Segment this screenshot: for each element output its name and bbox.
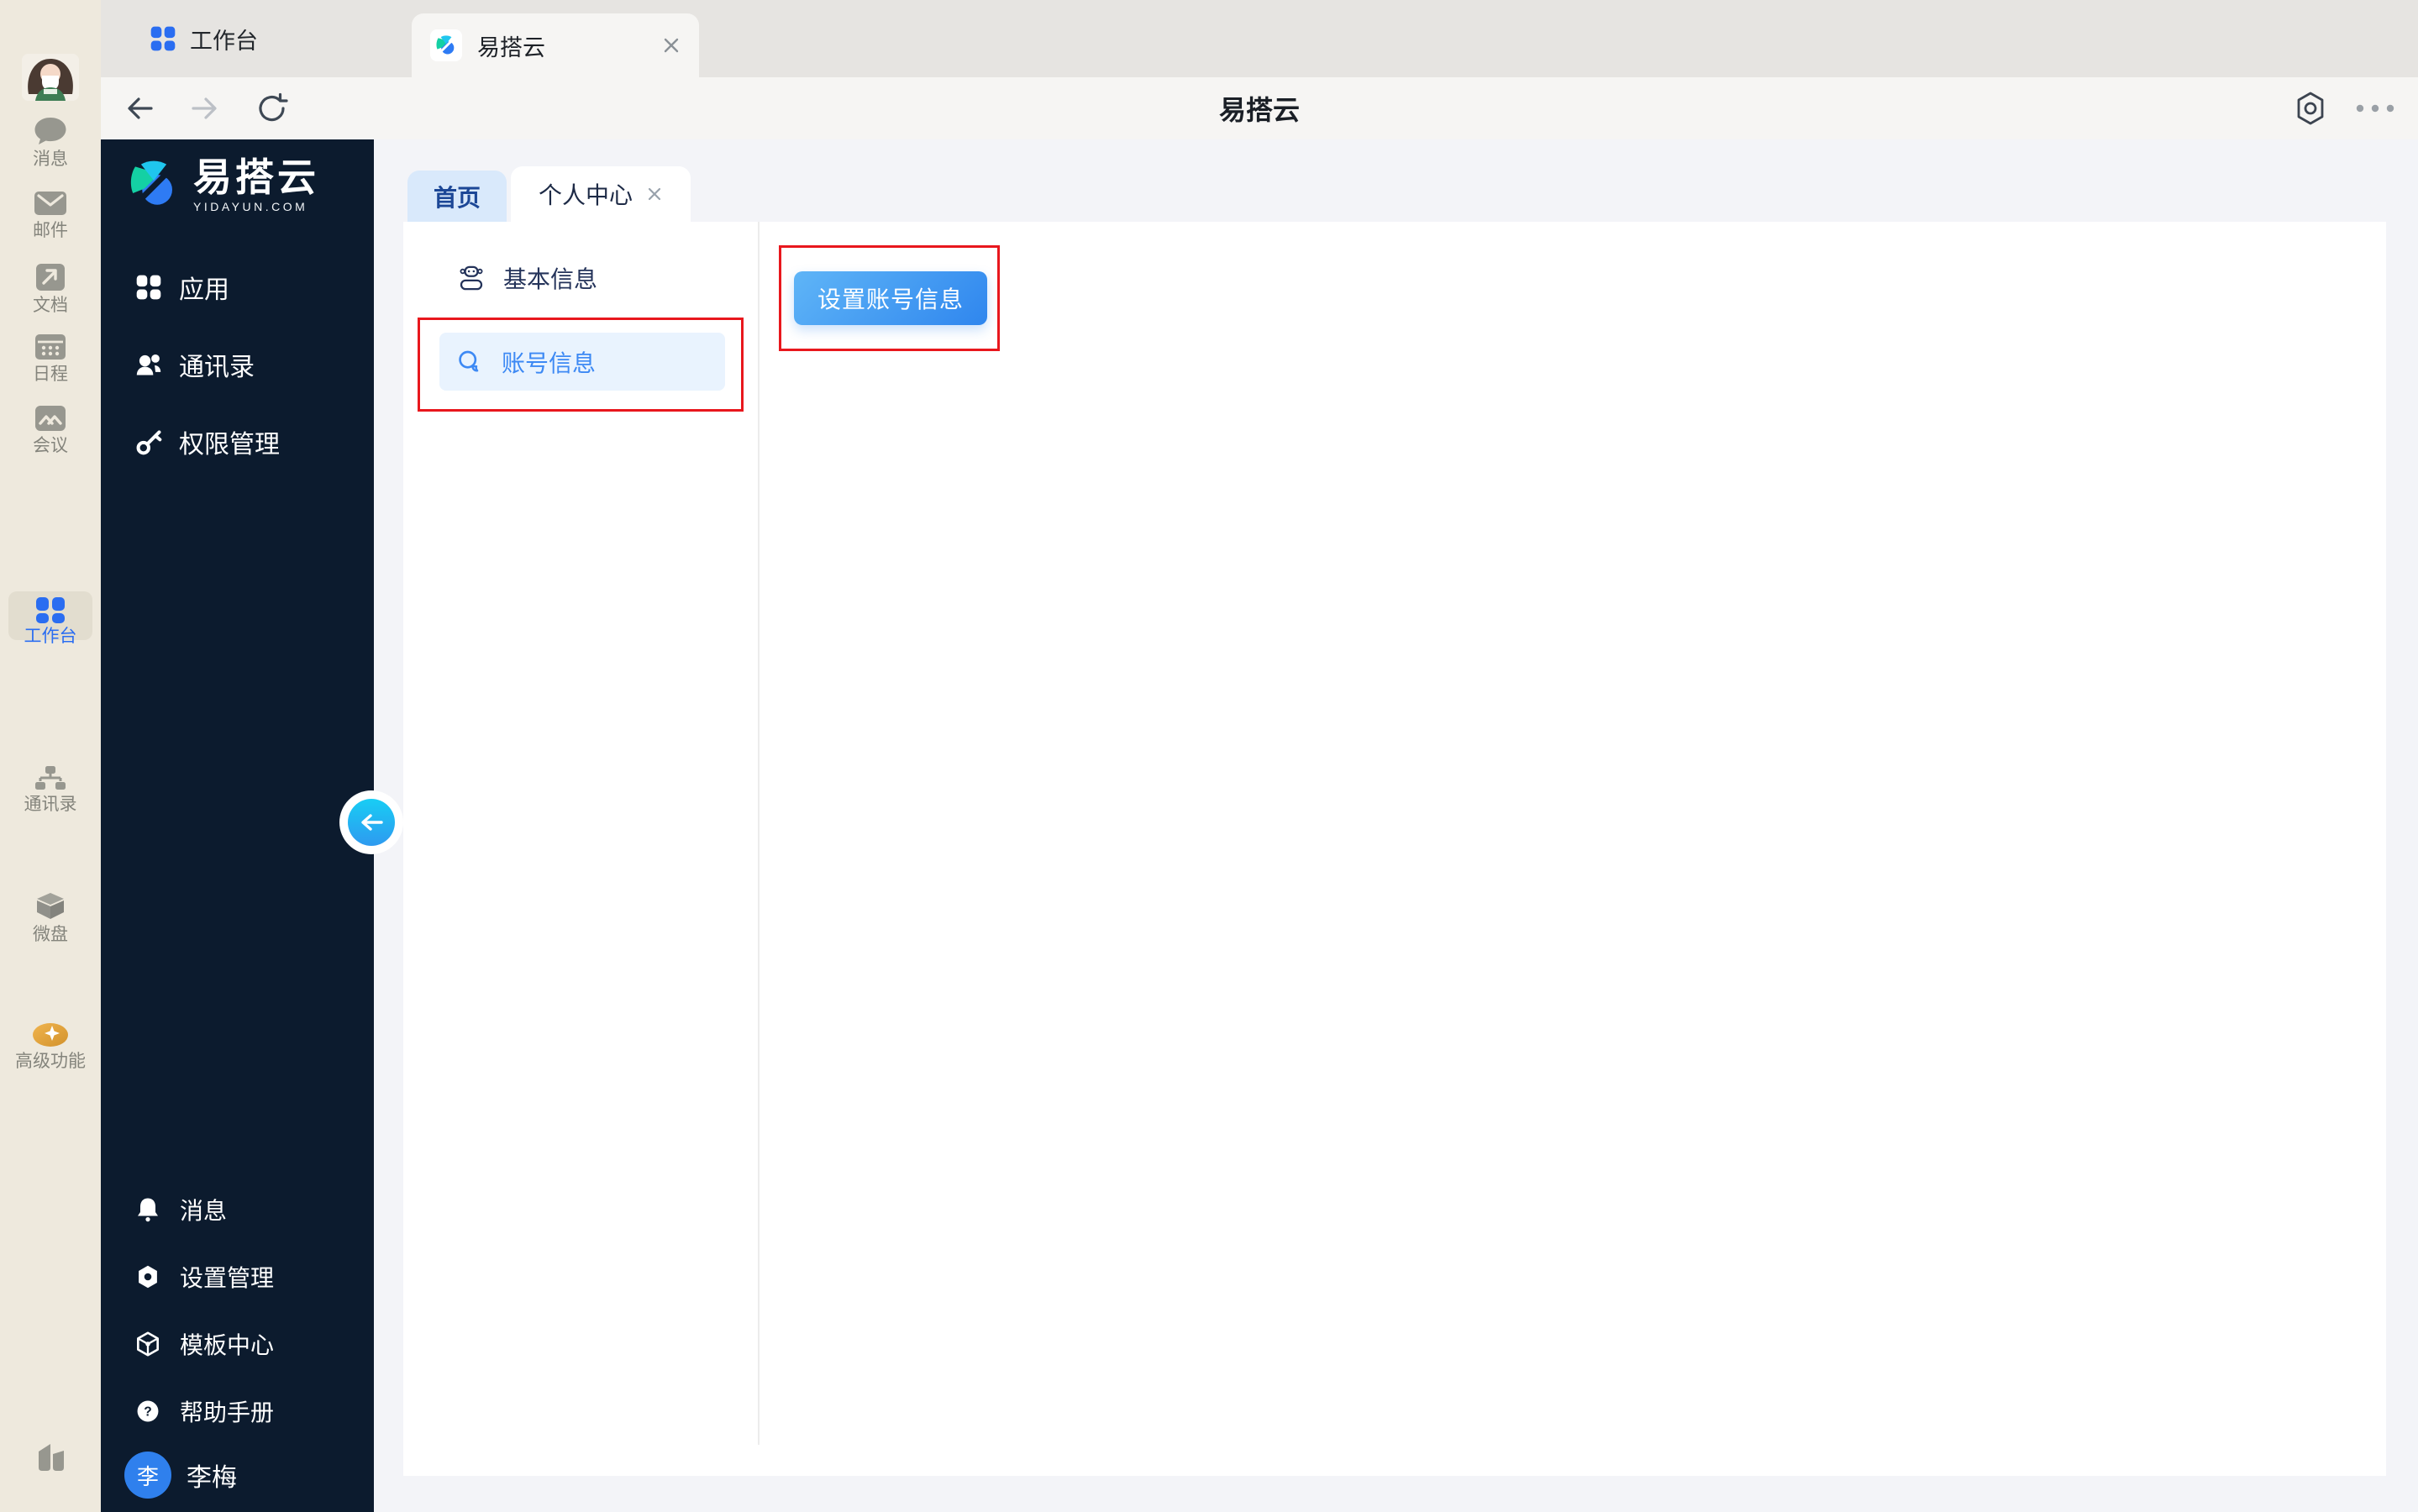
- app-logo-domain: YIDAYUN.COM: [193, 200, 308, 213]
- person-robot-icon: [460, 265, 483, 291]
- nav-item-label: 账号信息: [502, 349, 597, 376]
- settings-gear-icon[interactable]: [2294, 91, 2327, 126]
- content-tab-home[interactable]: 首页: [407, 171, 507, 222]
- window-tab-label: 易搭云: [477, 34, 545, 60]
- content-tab-label: 个人中心: [538, 182, 633, 208]
- back-button[interactable]: [124, 92, 156, 124]
- sidebar-item-label: 通讯录: [179, 354, 255, 381]
- personal-center-panel: 基本信息 账号信息 设置账号信息: [403, 222, 2386, 1476]
- content-area: 首页 个人中心 基本信息 账号信息 设置账号信息: [374, 139, 2418, 1512]
- os-item-label: 邮件: [33, 221, 68, 240]
- drive-box-icon: [37, 893, 64, 919]
- page-title: 易搭云: [1218, 95, 1301, 125]
- os-item-label: 文档: [33, 296, 68, 315]
- yidayun-logo-icon: [430, 29, 462, 61]
- app-sidebar: 易搭云 YIDAYUN.COM 应用 通讯录 权限管理 消息 设置管理 模板中心…: [101, 139, 374, 1512]
- app-logo: 易搭云 YIDAYUN.COM: [126, 156, 319, 213]
- os-item-contacts[interactable]: 通讯录: [0, 764, 101, 815]
- os-item-label: 微盘: [33, 925, 68, 944]
- contacts-org-icon: [35, 766, 66, 790]
- gear-icon: [139, 1265, 157, 1289]
- avatar-illustration: [22, 54, 79, 101]
- os-item-calendar[interactable]: 日程: [0, 333, 101, 385]
- sidebar-item-label: 消息: [180, 1198, 228, 1224]
- premium-icon: [33, 1023, 68, 1047]
- workbench-grid-icon: [150, 26, 176, 51]
- content-tab-label: 首页: [433, 184, 481, 211]
- nav-item-basic-info[interactable]: 基本信息: [458, 261, 597, 295]
- content-tab-personal-center[interactable]: 个人中心: [511, 166, 691, 222]
- svg-text:?: ?: [144, 1404, 152, 1419]
- sidebar-item-label: 设置管理: [180, 1265, 275, 1291]
- mail-icon: [34, 192, 66, 215]
- close-tab-icon[interactable]: [646, 186, 663, 202]
- os-item-mail[interactable]: 邮件: [0, 189, 101, 241]
- yidayun-logo-icon: [130, 160, 175, 207]
- cube-icon: [137, 1331, 159, 1357]
- collapse-sidebar-button[interactable]: [348, 799, 395, 846]
- os-item-messages[interactable]: 消息: [0, 116, 101, 170]
- os-item-meeting[interactable]: 会议: [0, 404, 101, 456]
- os-item-label: 工作台: [24, 627, 77, 646]
- screen: 消息 邮件 文档 日程 会议 工作台 通讯录 微盘 高级功能 工作台 易搭云 易…: [0, 0, 2418, 1512]
- window-tab-yidayun[interactable]: 易搭云: [412, 13, 699, 77]
- bell-icon: [138, 1198, 158, 1222]
- os-item-label: 日程: [33, 365, 68, 384]
- sidebar-item-label: 权限管理: [179, 431, 280, 459]
- sidebar-item-apps[interactable]: 应用: [101, 249, 374, 326]
- sidebar-item-permissions[interactable]: 权限管理: [101, 403, 374, 480]
- window-tab-label: 工作台: [190, 28, 258, 54]
- sidebar-item-contacts[interactable]: 通讯录: [101, 326, 374, 403]
- workbench-shape-icon: [39, 1444, 64, 1471]
- user-avatar: 李: [124, 1452, 171, 1499]
- window-tab-strip: 工作台 易搭云: [101, 0, 2418, 77]
- sidebar-item-help[interactable]: ? 帮助手册: [101, 1378, 374, 1445]
- user-name: 李梅: [187, 1464, 237, 1492]
- sidebar-item-notifications[interactable]: 消息: [101, 1176, 374, 1243]
- personal-center-nav: 基本信息 账号信息: [403, 222, 760, 1445]
- calendar-icon: [35, 334, 66, 360]
- arrow-left-icon: [361, 814, 383, 831]
- set-account-info-button[interactable]: 设置账号信息: [794, 271, 987, 325]
- account-search-icon: [459, 350, 479, 371]
- os-item-docs[interactable]: 文档: [0, 262, 101, 316]
- more-menu-icon[interactable]: [2354, 102, 2396, 114]
- people-icon: [136, 354, 161, 375]
- os-item-label: 通讯录: [24, 795, 77, 814]
- os-item-label: 高级功能: [15, 1052, 86, 1071]
- doc-icon: [36, 264, 65, 291]
- user-avatar-photo[interactable]: [22, 54, 79, 101]
- app-logo-title: 易搭云: [193, 155, 319, 199]
- refresh-button[interactable]: [255, 92, 289, 125]
- sidebar-item-settings[interactable]: 设置管理: [101, 1243, 374, 1310]
- sidebar-item-label: 帮助手册: [180, 1399, 275, 1425]
- help-icon: ?: [137, 1400, 159, 1422]
- nav-item-label: 基本信息: [503, 266, 598, 292]
- workbench-grid-icon: [36, 597, 65, 623]
- os-item-drive[interactable]: 微盘: [0, 891, 101, 945]
- os-item-premium[interactable]: 高级功能: [0, 1021, 101, 1072]
- browser-toolbar: 易搭云: [101, 77, 2418, 139]
- close-tab-icon[interactable]: [662, 36, 681, 55]
- sidebar-item-label: 应用: [179, 276, 229, 304]
- os-item-label: 消息: [33, 150, 68, 169]
- chat-icon: [34, 118, 66, 144]
- os-sidebar: 消息 邮件 文档 日程 会议 工作台 通讯录 微盘 高级功能: [0, 0, 101, 1512]
- window-tab-workbench[interactable]: 工作台: [150, 0, 258, 77]
- sidebar-item-label: 模板中心: [180, 1332, 275, 1358]
- meeting-icon: [35, 406, 66, 431]
- sidebar-user[interactable]: 李 李梅: [124, 1452, 237, 1499]
- forward-button[interactable]: [188, 92, 220, 124]
- nav-item-account-info[interactable]: 账号信息: [439, 333, 725, 391]
- os-item-workbench[interactable]: 工作台: [0, 596, 101, 647]
- os-item-bottom-tool[interactable]: [0, 1440, 101, 1478]
- key-icon: [136, 430, 162, 455]
- apps-grid-icon: [136, 275, 161, 300]
- os-item-label: 会议: [33, 436, 68, 455]
- sidebar-item-templates[interactable]: 模板中心: [101, 1310, 374, 1378]
